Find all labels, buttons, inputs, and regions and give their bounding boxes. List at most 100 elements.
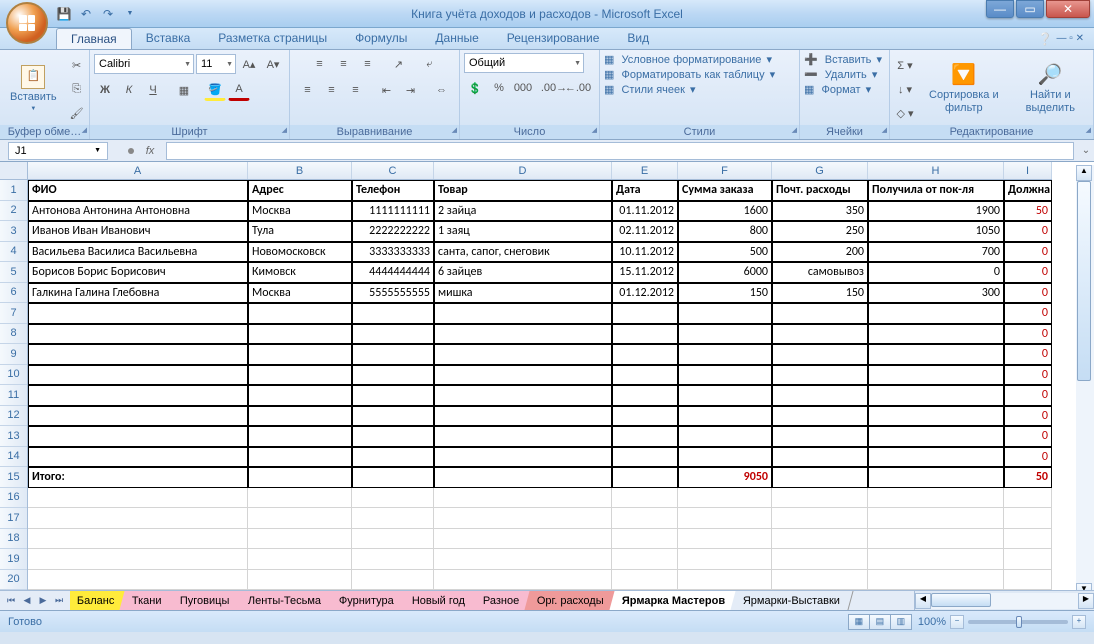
cell[interactable] <box>678 303 772 324</box>
cell[interactable]: мишка <box>434 283 612 304</box>
align-middle-icon[interactable]: ≡ <box>333 53 355 75</box>
help-button[interactable]: ❔ — ▫ ✕ <box>1038 28 1084 49</box>
find-select-button[interactable]: 🔎 Найти и выделить <box>1012 61 1089 117</box>
cell[interactable] <box>434 344 612 365</box>
cell[interactable] <box>678 324 772 345</box>
cell[interactable]: Товар <box>434 180 612 201</box>
cell[interactable] <box>868 570 1004 591</box>
page-break-view-icon[interactable]: ▥ <box>890 614 912 630</box>
cell[interactable]: Получила от пок-ля <box>868 180 1004 201</box>
cell[interactable] <box>678 365 772 386</box>
cell[interactable] <box>352 324 434 345</box>
cell[interactable] <box>612 529 678 550</box>
border-icon[interactable]: ▦ <box>173 79 195 101</box>
cell[interactable] <box>434 447 612 468</box>
underline-icon[interactable]: Ч <box>142 79 164 101</box>
sort-filter-button[interactable]: 🔽 Сортировка и фильтр <box>919 61 1009 117</box>
cell[interactable] <box>772 385 868 406</box>
cell[interactable]: 150 <box>678 283 772 304</box>
cell[interactable] <box>28 324 248 345</box>
row-header-6[interactable]: 6 <box>0 283 27 304</box>
cell[interactable]: 0 <box>1004 406 1052 427</box>
cell[interactable]: Борисов Борис Борисович <box>28 262 248 283</box>
cell[interactable] <box>772 303 868 324</box>
cell[interactable] <box>612 406 678 427</box>
cell[interactable]: 3333333333 <box>352 242 434 263</box>
cell[interactable]: 9050 <box>678 467 772 488</box>
cell[interactable]: 0 <box>1004 324 1052 345</box>
nav-first-icon[interactable]: ⏮ <box>4 595 18 606</box>
cell[interactable] <box>612 447 678 468</box>
maximize-button[interactable]: ▭ <box>1016 0 1044 18</box>
cell[interactable] <box>28 529 248 550</box>
format-painter-icon[interactable]: 🖌 <box>66 102 88 124</box>
qat-more-icon[interactable]: ▼ <box>122 6 138 22</box>
zoom-out-icon[interactable]: − <box>950 615 964 629</box>
cell[interactable] <box>772 365 868 386</box>
cell[interactable]: 800 <box>678 221 772 242</box>
cell[interactable]: Телефон <box>352 180 434 201</box>
tab-page-layout[interactable]: Разметка страницы <box>204 28 341 49</box>
cell[interactable] <box>612 344 678 365</box>
tab-home[interactable]: Главная <box>56 28 132 49</box>
delete-cells-button[interactable]: ➖ Удалить ▾ <box>804 68 885 81</box>
insert-cells-button[interactable]: ➕ Вставить ▾ <box>804 53 885 66</box>
formula-expand-icon[interactable]: ⌄ <box>1078 145 1094 156</box>
conditional-formatting-button[interactable]: ▦ Условное форматирование ▾ <box>604 53 795 66</box>
row-header-10[interactable]: 10 <box>0 365 27 386</box>
minimize-button[interactable]: — <box>986 0 1014 18</box>
cell[interactable]: Кимовск <box>248 262 352 283</box>
cell[interactable] <box>434 365 612 386</box>
cell[interactable] <box>772 344 868 365</box>
cell[interactable]: Москва <box>248 201 352 222</box>
name-box[interactable]: J1▼ <box>8 142 108 160</box>
tab-data[interactable]: Данные <box>421 28 492 49</box>
sheet-tab[interactable]: Ярмарка Мастеров <box>609 591 738 610</box>
row-header-17[interactable]: 17 <box>0 508 27 529</box>
cell[interactable]: 50 <box>1004 201 1052 222</box>
zoom-slider[interactable] <box>968 620 1068 624</box>
cell[interactable]: 300 <box>868 283 1004 304</box>
nav-prev-icon[interactable]: ◀ <box>20 595 34 606</box>
align-right-icon[interactable]: ≡ <box>345 79 367 101</box>
tab-review[interactable]: Рецензирование <box>493 28 614 49</box>
cell[interactable]: 0 <box>1004 344 1052 365</box>
comma-icon[interactable]: 000 <box>512 77 534 99</box>
col-header-C[interactable]: C <box>352 162 434 179</box>
sheet-tab[interactable]: Новый год <box>399 591 478 610</box>
cell[interactable] <box>352 344 434 365</box>
scroll-right-icon[interactable]: ▶ <box>1078 593 1094 609</box>
cell[interactable]: 4444444444 <box>352 262 434 283</box>
cell[interactable] <box>434 570 612 591</box>
indent-increase-icon[interactable]: ⇥ <box>400 79 422 101</box>
align-left-icon[interactable]: ≡ <box>297 79 319 101</box>
cell[interactable]: 1 заяц <box>434 221 612 242</box>
cell[interactable]: 0 <box>1004 242 1052 263</box>
cell[interactable]: 0 <box>1004 303 1052 324</box>
row-header-12[interactable]: 12 <box>0 406 27 427</box>
cell[interactable]: Иванов Иван Иванович <box>28 221 248 242</box>
cell[interactable]: 0 <box>1004 365 1052 386</box>
cell[interactable] <box>352 467 434 488</box>
scroll-up-icon[interactable]: ▲ <box>1076 165 1092 181</box>
number-format-combo[interactable]: Общий▼ <box>464 53 584 73</box>
cell[interactable]: Тула <box>248 221 352 242</box>
cell[interactable] <box>772 467 868 488</box>
cell[interactable] <box>352 570 434 591</box>
cell[interactable] <box>1004 529 1052 550</box>
cell[interactable] <box>612 508 678 529</box>
row-header-9[interactable]: 9 <box>0 344 27 365</box>
increase-decimal-icon[interactable]: .00→ <box>543 77 565 99</box>
cell[interactable]: 250 <box>772 221 868 242</box>
scroll-thumb[interactable] <box>1077 181 1091 381</box>
cell[interactable] <box>28 488 248 509</box>
cell[interactable] <box>772 426 868 447</box>
cell[interactable]: 0 <box>1004 426 1052 447</box>
cell[interactable] <box>248 385 352 406</box>
cell[interactable]: Итого: <box>28 467 248 488</box>
formula-input[interactable] <box>166 142 1074 160</box>
sheet-tab[interactable]: Пуговицы <box>168 591 244 610</box>
cell[interactable] <box>772 488 868 509</box>
redo-icon[interactable]: ↷ <box>100 6 116 22</box>
cell[interactable] <box>868 344 1004 365</box>
